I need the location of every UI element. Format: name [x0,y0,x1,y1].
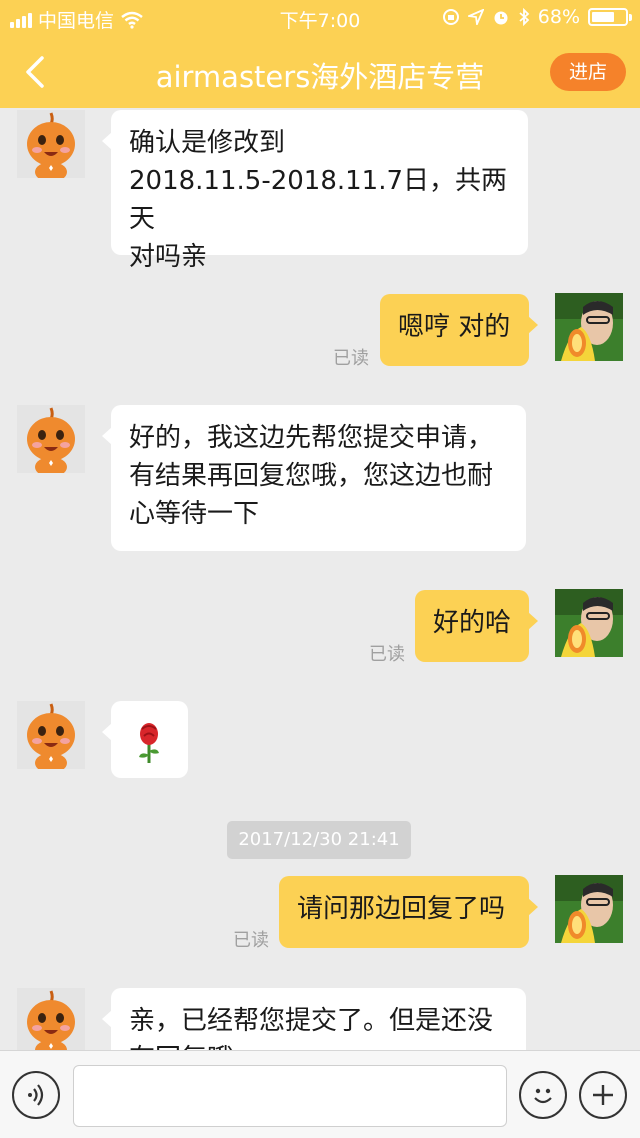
message-bubble-incoming[interactable]: 亲，已经帮您提交了。但是还没 有回复哦 [102,988,526,1050]
battery-percent: 68% [537,6,580,28]
message-text: 好的哈 [433,608,512,638]
user-photo-icon [555,293,623,361]
message-input[interactable] [73,1065,507,1127]
message-bubble-outgoing[interactable]: 好的哈 [415,590,538,662]
plus-icon [593,1085,613,1105]
chevron-left-icon [26,56,44,88]
read-receipt: 已读 [333,348,369,369]
user-avatar[interactable] [555,293,623,361]
emoji-button[interactable] [519,1071,567,1119]
message-text: 确认是修改到 2018.11.5-2018.11.7日，共两天 对吗亲 [129,128,508,272]
read-receipt: 已读 [233,930,269,951]
mascot-avatar-icon [27,407,75,473]
seller-avatar[interactable] [17,701,85,769]
message-bubble-incoming[interactable]: 好的，我这边先帮您提交申请， 有结果再回复您哦，您这边也耐 心等待一下 [102,405,526,551]
chat-timestamp: 2017/12/30 21:41 [227,821,411,859]
user-photo-icon [555,589,623,657]
nav-bar: airmasters海外酒店专营 进店 [0,36,640,108]
user-photo-icon [555,875,623,943]
message-bubble-incoming[interactable] [102,701,188,778]
user-avatar[interactable] [555,589,623,657]
mascot-avatar-icon [27,112,75,178]
read-receipt: 已读 [369,644,405,665]
seller-avatar[interactable] [17,405,85,473]
mascot-avatar-icon [27,990,75,1050]
message-bubble-incoming[interactable]: 确认是修改到 2018.11.5-2018.11.7日，共两天 对吗亲 [102,110,528,272]
message-text: 嗯哼 对的 [398,312,511,342]
message-text: 请问那边回复了吗 [297,894,506,924]
voice-icon [28,1084,44,1106]
back-button[interactable] [18,50,58,94]
input-bar [0,1050,640,1138]
status-bar: 中国电信 下午7:00 68% [0,0,640,36]
page-title: airmasters海外酒店专营 [155,60,485,94]
location-icon [467,9,484,25]
message-bubble-outgoing[interactable]: 请问那边回复了吗 [279,876,538,948]
seller-avatar[interactable] [17,988,85,1050]
message-text: 亲，已经帮您提交了。但是还没 有回复哦 [129,1006,494,1050]
voice-button[interactable] [12,1071,60,1119]
orientation-lock-icon [442,9,459,25]
bluetooth-icon [519,8,530,26]
header: 中国电信 下午7:00 68% airmasters海外酒店专营 进店 [0,0,640,108]
rose-emoji [139,723,159,763]
battery-level [592,12,614,22]
seller-avatar[interactable] [17,110,85,178]
chat-list[interactable]: 确认是修改到 2018.11.5-2018.11.7日，共两天 对吗亲 已读 嗯… [0,108,640,1050]
enter-store-button[interactable]: 进店 [550,53,626,91]
mascot-avatar-icon [27,703,75,769]
alarm-icon [494,11,508,25]
user-avatar[interactable] [555,875,623,943]
smiley-icon [534,1088,552,1104]
message-bubble-outgoing[interactable]: 嗯哼 对的 [380,294,538,366]
more-button[interactable] [579,1071,627,1119]
battery-icon [588,8,632,26]
message-text: 好的，我这边先帮您提交申请， 有结果再回复您哦，您这边也耐 心等待一下 [129,423,494,529]
